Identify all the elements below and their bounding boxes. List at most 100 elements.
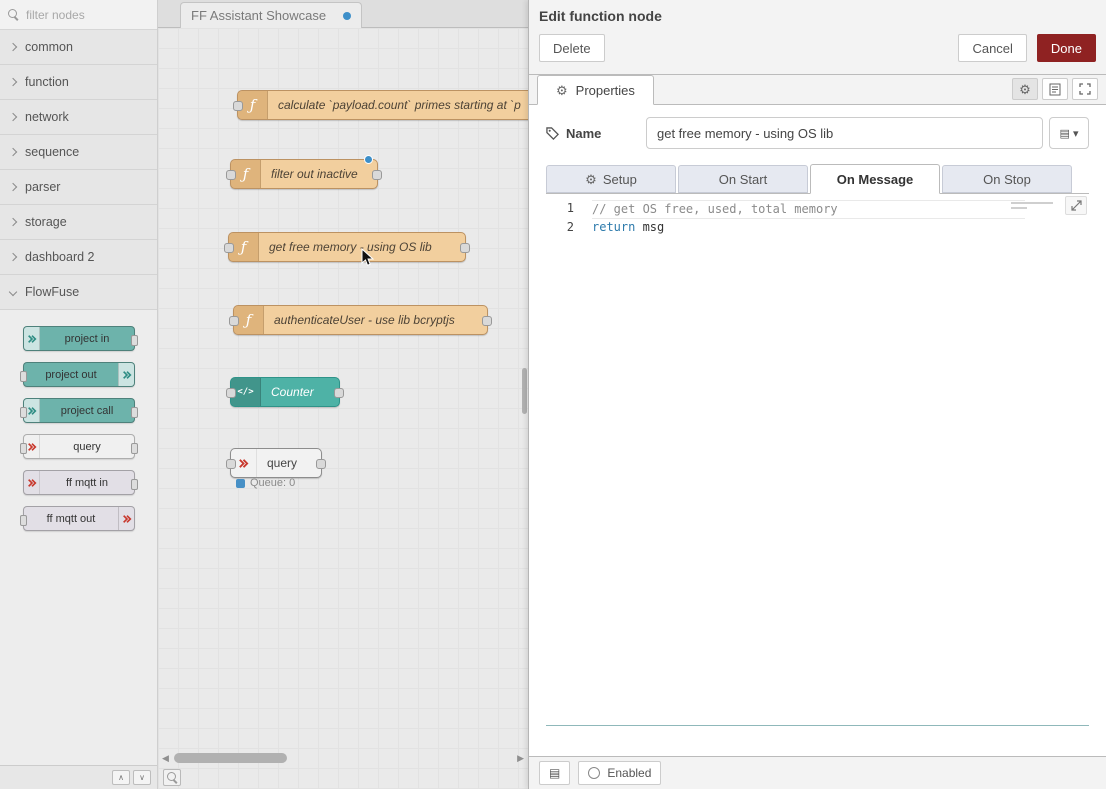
scroll-left-arrow[interactable]: ◀ bbox=[162, 753, 169, 763]
palette-node-query[interactable]: query bbox=[23, 434, 135, 459]
horizontal-scrollbar-thumb[interactable] bbox=[174, 753, 287, 763]
tab-on-message[interactable]: On Message bbox=[810, 164, 940, 194]
palette-node-project-call[interactable]: project call bbox=[23, 398, 135, 423]
palette-sidebar: common function network sequence parser … bbox=[0, 0, 158, 789]
palette-category-storage[interactable]: storage bbox=[0, 205, 157, 240]
node-input-port[interactable] bbox=[226, 459, 236, 469]
palette-node-project-out[interactable]: project out bbox=[23, 362, 135, 387]
palette-category-parser[interactable]: parser bbox=[0, 170, 157, 205]
workspace: FF Assistant Showcase ƒ calculate `paylo… bbox=[158, 0, 528, 789]
function-tabs: ⚙ Setup On Start On Message On Stop bbox=[546, 164, 1089, 194]
magnifier-icon bbox=[167, 772, 178, 783]
palette-category-sequence[interactable]: sequence bbox=[0, 135, 157, 170]
flow-node-authenticate-user[interactable]: ƒ authenticateUser - use lib bcryptjs bbox=[233, 305, 488, 335]
flow-node-calculate-primes[interactable]: ƒ calculate `payload.count` primes start… bbox=[237, 90, 528, 120]
chevron-right-icon bbox=[9, 148, 17, 156]
palette-category-flowfuse[interactable]: FlowFuse bbox=[0, 275, 157, 310]
tray-toolbar: Delete Cancel Done bbox=[529, 26, 1106, 75]
palette-node-ff-mqtt-out[interactable]: ff mqtt out bbox=[23, 506, 135, 531]
flow-node-filter-out-inactive[interactable]: ƒ filter out inactive bbox=[230, 159, 378, 189]
node-input-port[interactable] bbox=[226, 170, 236, 180]
tab-label: Setup bbox=[603, 172, 637, 187]
node-label: query bbox=[257, 456, 307, 470]
code-text: return msg bbox=[592, 219, 1025, 236]
tab-on-start[interactable]: On Start bbox=[678, 165, 808, 193]
tray-footer: ▤ Enabled bbox=[529, 756, 1106, 789]
node-output-port[interactable] bbox=[372, 170, 382, 180]
chevron-right-icon bbox=[9, 113, 17, 121]
node-input-port[interactable] bbox=[233, 101, 243, 111]
palette-category-function[interactable]: function bbox=[0, 65, 157, 100]
node-red-editor: common function network sequence parser … bbox=[0, 0, 1106, 789]
tab-setup[interactable]: ⚙ Setup bbox=[546, 165, 676, 193]
node-output-port[interactable] bbox=[316, 459, 326, 469]
editor-expand-button[interactable] bbox=[1065, 196, 1087, 215]
category-label: dashboard 2 bbox=[25, 250, 95, 264]
node-status-text: Queue: 0 bbox=[250, 477, 295, 489]
flow-node-counter[interactable]: </> Counter bbox=[230, 377, 340, 407]
node-label: Counter bbox=[261, 385, 324, 399]
category-label: common bbox=[25, 40, 73, 54]
enabled-status-icon bbox=[588, 767, 600, 779]
chevron-right-icon bbox=[9, 183, 17, 191]
node-input-port[interactable] bbox=[229, 316, 239, 326]
code-line-2: 2 return msg bbox=[546, 219, 1089, 236]
palette-node-label: project in bbox=[40, 333, 134, 345]
editor-settings-button[interactable]: ⚙ bbox=[1012, 78, 1038, 100]
minimap bbox=[1011, 202, 1057, 212]
collapse-categories-button[interactable]: ∧ bbox=[112, 770, 130, 785]
flow-canvas[interactable]: ƒ calculate `payload.count` primes start… bbox=[158, 28, 528, 789]
node-output-port[interactable] bbox=[334, 388, 344, 398]
workspace-tab-ff-assistant-showcase[interactable]: FF Assistant Showcase bbox=[180, 2, 362, 28]
category-label: network bbox=[25, 110, 69, 124]
code-editor[interactable]: 1 // get OS free, used, total memory 2 r… bbox=[546, 194, 1089, 726]
delete-button[interactable]: Delete bbox=[539, 34, 605, 62]
project-in-icon bbox=[24, 327, 40, 350]
library-button[interactable]: ▤▾ bbox=[1049, 117, 1089, 149]
flow-node-query[interactable]: query bbox=[230, 448, 322, 478]
node-input-port[interactable] bbox=[224, 243, 234, 253]
category-label: parser bbox=[25, 180, 60, 194]
palette-node-label: ff mqtt out bbox=[24, 513, 118, 525]
caret-down-icon: ▾ bbox=[1073, 127, 1079, 140]
tab-properties[interactable]: ⚙ Properties bbox=[537, 75, 654, 105]
chevron-down-icon bbox=[9, 288, 17, 296]
enabled-label: Enabled bbox=[607, 766, 651, 780]
canvas-search-button[interactable] bbox=[163, 769, 181, 786]
name-field-label: Name bbox=[546, 126, 646, 141]
node-input-port[interactable] bbox=[226, 388, 236, 398]
tab-on-stop[interactable]: On Stop bbox=[942, 165, 1072, 193]
done-button[interactable]: Done bbox=[1037, 34, 1096, 62]
palette-search-input[interactable] bbox=[26, 8, 149, 22]
palette-category-common[interactable]: common bbox=[0, 30, 157, 65]
chevron-right-icon bbox=[9, 253, 17, 261]
node-status: Queue: 0 bbox=[236, 477, 295, 489]
palette-category-dashboard2[interactable]: dashboard 2 bbox=[0, 240, 157, 275]
workspace-tab-label: FF Assistant Showcase bbox=[191, 8, 337, 23]
node-label: authenticateUser - use lib bcryptjs bbox=[264, 313, 465, 327]
node-docs-button[interactable] bbox=[1042, 78, 1068, 100]
node-output-port[interactable] bbox=[482, 316, 492, 326]
chevron-right-icon bbox=[9, 78, 17, 86]
vertical-scrollbar-thumb[interactable] bbox=[522, 368, 527, 414]
palette-category-network[interactable]: network bbox=[0, 100, 157, 135]
category-label: sequence bbox=[25, 145, 79, 159]
enabled-toggle-button[interactable]: Enabled bbox=[578, 761, 661, 785]
palette-node-ff-mqtt-in[interactable]: ff mqtt in bbox=[23, 470, 135, 495]
library-export-button[interactable]: ▤ bbox=[539, 761, 570, 785]
cancel-button[interactable]: Cancel bbox=[958, 34, 1026, 62]
tray-title: Edit function node bbox=[529, 0, 1106, 26]
node-output-port[interactable] bbox=[460, 243, 470, 253]
tab-label: On Message bbox=[837, 172, 914, 187]
flow-node-get-free-memory[interactable]: ƒ get free memory - using OS lib bbox=[228, 232, 466, 262]
tab-label: On Start bbox=[719, 172, 767, 187]
expand-categories-button[interactable]: ∨ bbox=[133, 770, 151, 785]
tray-tabs-row: ⚙ Properties ⚙ bbox=[529, 75, 1106, 105]
expand-tray-button[interactable] bbox=[1072, 78, 1098, 100]
scroll-right-arrow[interactable]: ▶ bbox=[517, 753, 524, 763]
line-number: 2 bbox=[546, 219, 592, 236]
name-input[interactable] bbox=[646, 117, 1043, 149]
palette-node-project-in[interactable]: project in bbox=[23, 326, 135, 351]
chevron-right-icon bbox=[9, 218, 17, 226]
palette-node-label: query bbox=[40, 441, 134, 453]
